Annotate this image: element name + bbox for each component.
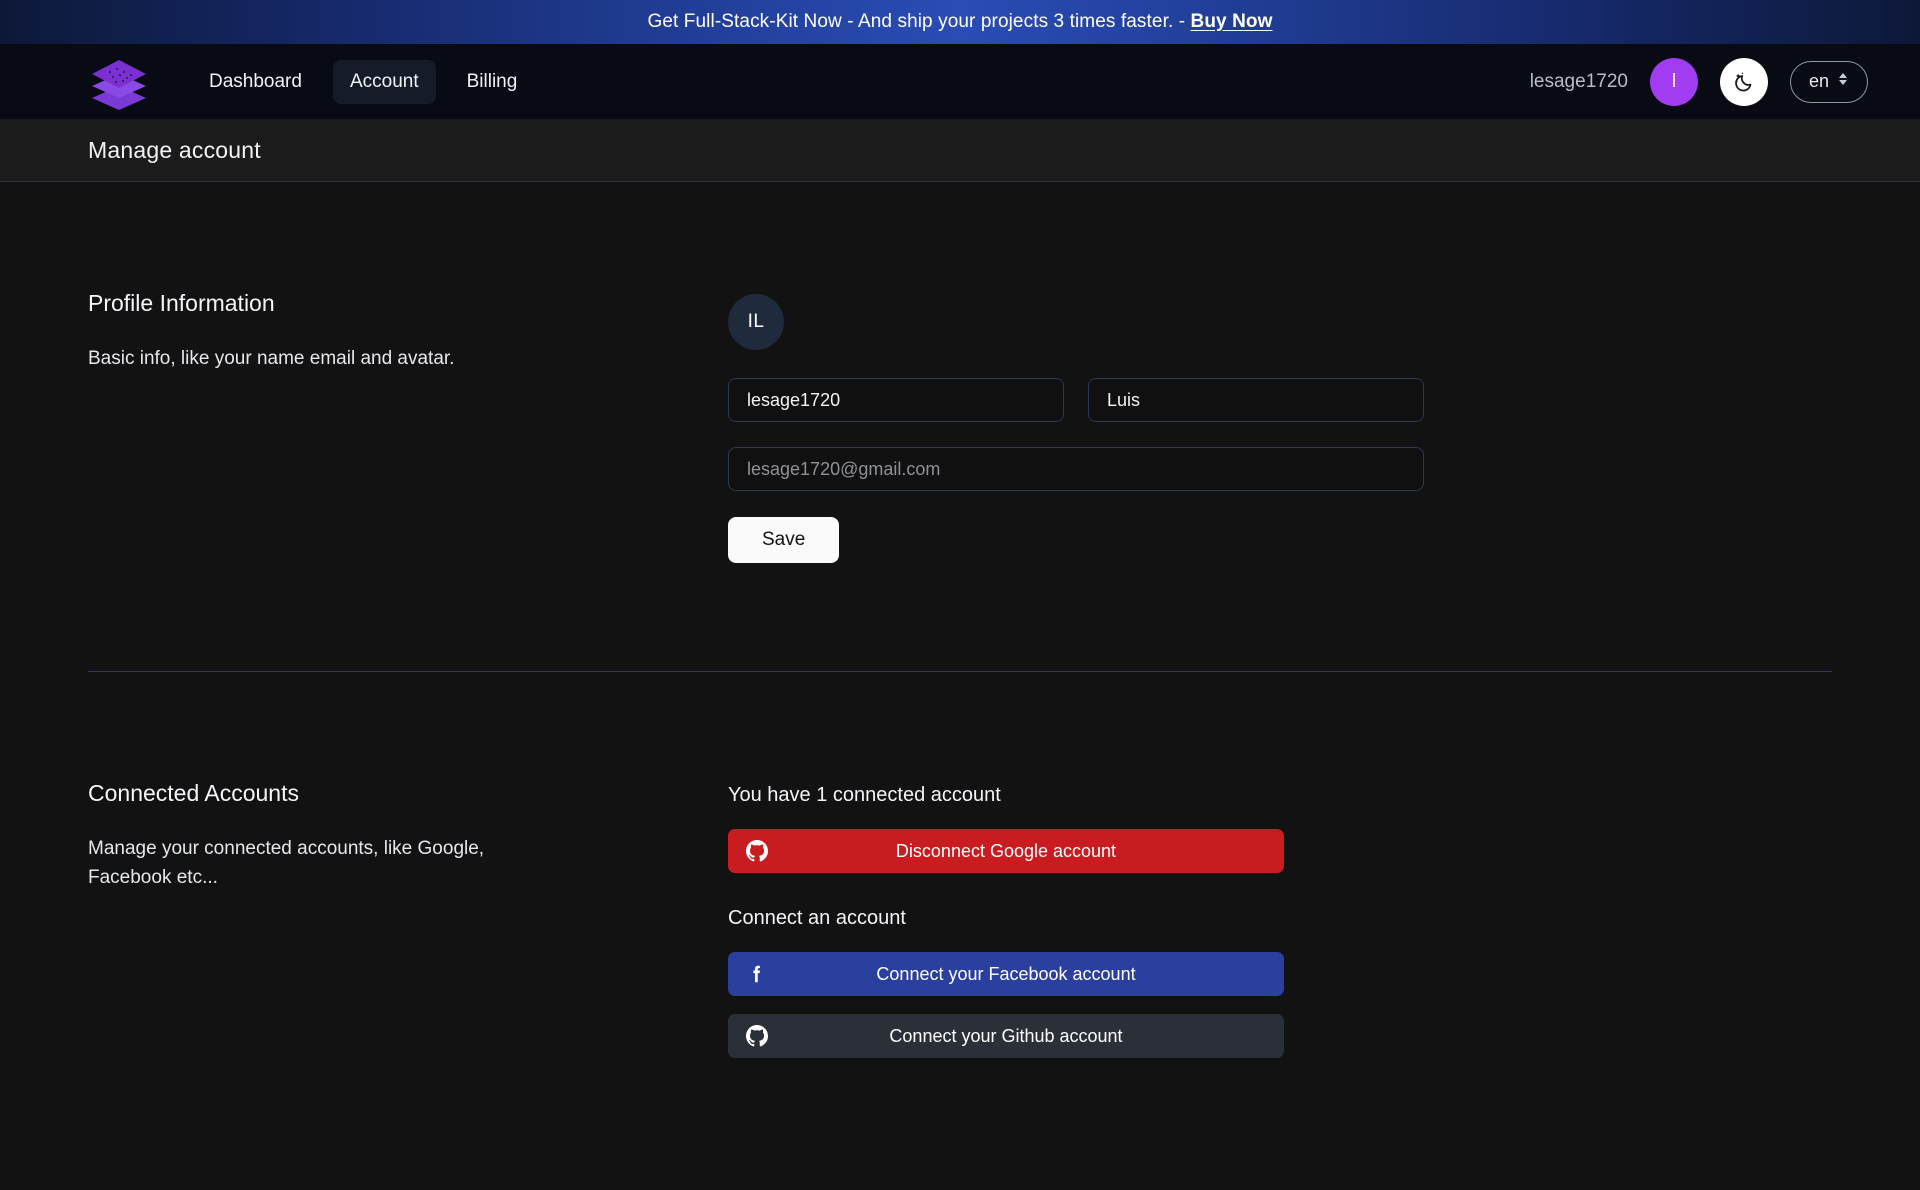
language-select-value: en (1808, 71, 1829, 91)
promo-banner: Get Full-Stack-Kit Now - And ship your p… (0, 0, 1920, 44)
page-header-bar: Manage account (0, 119, 1920, 182)
connected-section-heading: Connected Accounts (88, 780, 299, 806)
connected-accounts-section: Connected Accounts Manage your connected… (88, 672, 1832, 1076)
navbar-links: Dashboard Account Billing (192, 59, 535, 104)
connected-accounts-column: You have 1 connected account Disconnect … (728, 780, 1832, 1076)
connect-facebook-account-button[interactable]: Connect your Facebook account (728, 952, 1284, 996)
profile-section-description-column: Profile Information Basic info, like you… (88, 290, 728, 563)
navbar-right-group: lesage1720 l en (1529, 57, 1868, 106)
first-name-input[interactable] (1088, 378, 1424, 422)
page-title: Manage account (88, 136, 261, 163)
nav-link-account[interactable]: Account (332, 59, 436, 104)
facebook-icon (746, 963, 768, 985)
connect-facebook-account-label: Connect your Facebook account (876, 963, 1136, 984)
profile-information-section: Profile Information Basic info, like you… (88, 182, 1832, 563)
navbar-username: lesage1720 (1529, 70, 1628, 92)
nav-link-dashboard[interactable]: Dashboard (192, 60, 319, 104)
disconnect-google-account-button[interactable]: Disconnect Google account (728, 829, 1284, 873)
navbar-left-group: Dashboard Account Billing (88, 52, 534, 112)
profile-avatar-initials: IL (747, 311, 765, 332)
buy-now-link[interactable]: Buy Now (1191, 11, 1273, 33)
profile-avatar[interactable]: IL (728, 294, 784, 350)
username-input[interactable] (728, 378, 1064, 422)
moon-stars-icon[interactable] (1719, 57, 1768, 106)
connect-github-account-label: Connect your Github account (889, 1025, 1123, 1046)
profile-section-heading: Profile Information (88, 290, 275, 316)
profile-section-description: Basic info, like your name email and ava… (88, 348, 455, 369)
main-content: Profile Information Basic info, like you… (0, 182, 1920, 1076)
chevron-up-down-icon (1837, 70, 1849, 93)
connected-section-description: Manage your connected accounts, like Goo… (88, 838, 485, 888)
connect-github-account-button[interactable]: Connect your Github account (728, 1014, 1284, 1058)
promo-banner-text: Get Full-Stack-Kit Now - And ship your p… (647, 11, 1191, 32)
save-button[interactable]: Save (728, 517, 840, 563)
email-input[interactable] (728, 447, 1424, 491)
top-navbar: Dashboard Account Billing lesage1720 l e… (0, 44, 1920, 119)
name-fields-row (728, 378, 1832, 422)
connected-section-description-column: Connected Accounts Manage your connected… (88, 780, 728, 1076)
avatar[interactable]: l (1649, 57, 1698, 106)
connected-count-text: You have 1 connected account (728, 784, 1001, 806)
github-icon (746, 840, 768, 862)
disconnect-google-account-label: Disconnect Google account (895, 840, 1117, 861)
language-select[interactable]: en (1789, 60, 1868, 103)
layers-logo-icon[interactable] (88, 52, 150, 112)
nav-link-billing[interactable]: Billing (450, 60, 535, 104)
github-icon (746, 1025, 768, 1047)
profile-form-column: IL Save (728, 290, 1832, 563)
avatar-initial: l (1671, 70, 1677, 92)
connect-an-account-title: Connect an account (728, 907, 906, 929)
